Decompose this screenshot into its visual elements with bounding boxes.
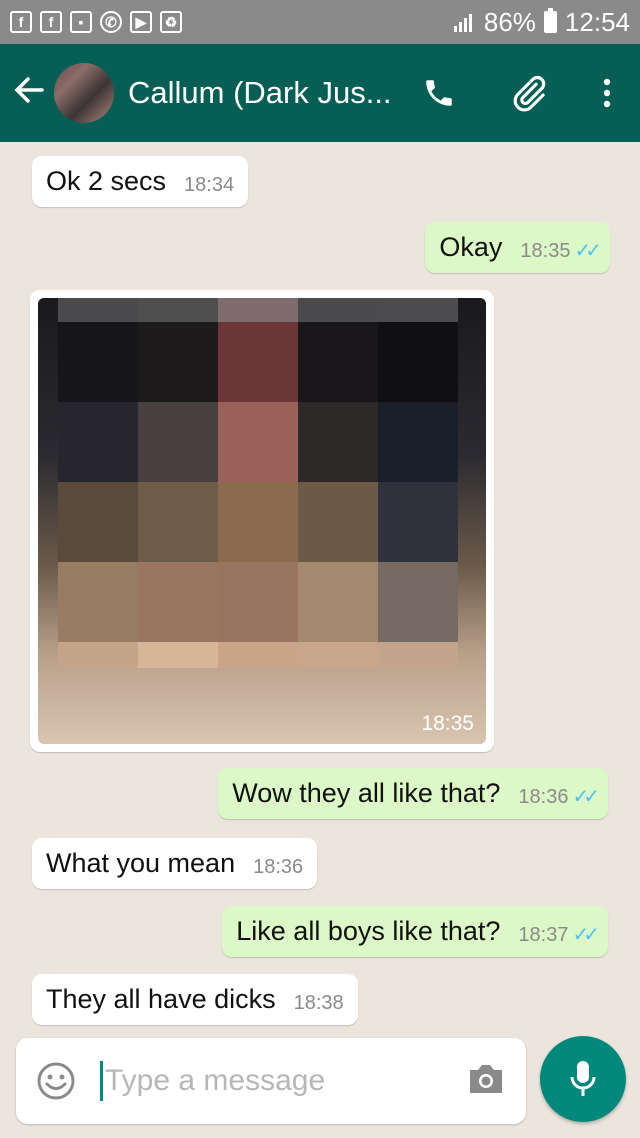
message-outgoing[interactable]: Like all boys like that? 18:37 ✓✓ (222, 906, 608, 957)
whatsapp-icon: ✆ (100, 11, 122, 33)
message-text: What you mean (46, 848, 236, 878)
message-text: Ok 2 secs (46, 166, 167, 196)
pixelated-region (58, 298, 458, 668)
read-ticks-icon: ✓✓ (574, 240, 601, 262)
text-cursor (100, 1061, 103, 1101)
message-text: They all have dicks (46, 984, 276, 1014)
message-time: 18:38 (293, 992, 344, 1014)
message-text: Like all boys like that? (236, 916, 501, 946)
image-thumbnail[interactable]: 18:35 (38, 298, 486, 744)
message-outgoing[interactable]: Wow they all like that? 18:36 ✓✓ (218, 768, 608, 819)
message-incoming[interactable]: They all have dicks 18:38 (32, 974, 358, 1025)
camera-icon[interactable] (466, 1062, 506, 1101)
chat-header: Callum (Dark Jus... (0, 44, 640, 142)
emoji-icon[interactable] (36, 1061, 76, 1101)
read-ticks-icon: ✓✓ (572, 786, 599, 808)
message-text: Wow they all like that? (232, 778, 501, 808)
battery-percent: 86% (483, 6, 536, 37)
message-incoming[interactable]: Ok 2 secs 18:34 (32, 156, 249, 207)
image-message[interactable]: 18:35 (30, 290, 494, 752)
message-list[interactable]: Ok 2 secs 18:34 Okay 18:35 ✓✓ 18:35 Wow t… (0, 142, 640, 1038)
signal-icon (453, 12, 476, 32)
facebook-icon: f (40, 11, 62, 33)
message-time: 18:36 ✓✓ (518, 786, 599, 808)
recycle-icon: ♻ (160, 11, 182, 33)
battery-icon (543, 8, 557, 33)
message-incoming[interactable]: What you mean 18:36 (32, 838, 318, 889)
message-outgoing[interactable]: Okay 18:35 ✓✓ (425, 222, 610, 273)
avatar[interactable] (54, 63, 114, 123)
paperclip-icon[interactable] (510, 74, 548, 112)
status-bar: f f ▪ ✆ ▶ ♻ 86% 12:54 (0, 0, 640, 44)
message-time: 18:35 ✓✓ (520, 240, 601, 262)
composer (16, 1038, 526, 1124)
message-time: 18:35 (421, 712, 474, 735)
phone-icon[interactable] (422, 76, 456, 110)
contact-name[interactable]: Callum (Dark Jus... (128, 75, 398, 111)
more-vert-icon[interactable] (602, 78, 612, 108)
message-time: 18:36 (253, 856, 304, 878)
read-ticks-icon: ✓✓ (572, 924, 599, 946)
mic-button[interactable] (540, 1036, 626, 1122)
notification-icons: f f ▪ ✆ ▶ ♻ (10, 11, 182, 33)
message-input[interactable] (105, 1064, 435, 1098)
clock: 12:54 (564, 6, 630, 37)
youtube-icon: ▶ (130, 11, 152, 33)
message-time: 18:37 ✓✓ (518, 924, 599, 946)
gallery-icon: ▪ (70, 11, 92, 33)
mic-icon (570, 1061, 596, 1096)
facebook-icon: f (10, 11, 32, 33)
message-text: Okay (439, 232, 503, 262)
message-time: 18:34 (184, 174, 235, 196)
back-arrow-icon[interactable] (14, 74, 48, 113)
